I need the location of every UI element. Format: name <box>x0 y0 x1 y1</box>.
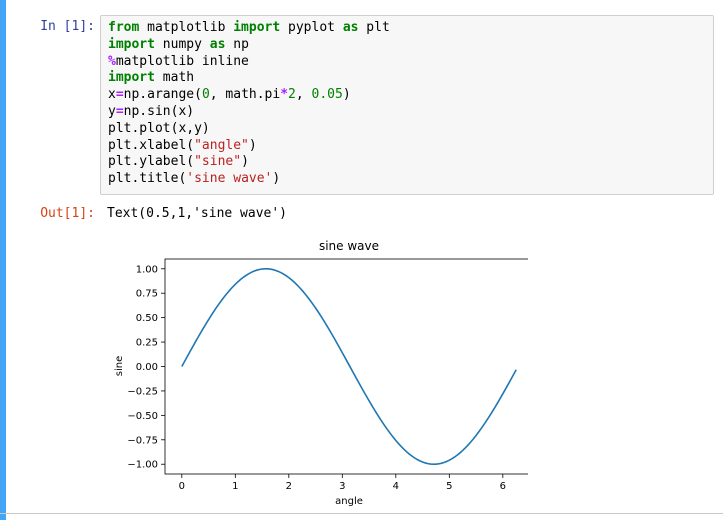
sine-wave-plot: sine wave angle sine 0 1 2 3 4 5 6 1.00 0.75 0.50… <box>114 239 528 507</box>
code-line: plt.ylabel("sine") <box>108 154 706 171</box>
code-token: matplotlib inline <box>115 53 249 69</box>
input-prompt: In [1]: <box>40 19 95 34</box>
x-tick-label: 5 <box>446 481 452 492</box>
output-text: Text(0.5,1,'sine wave') <box>107 206 288 221</box>
y-tick-label: −0.50 <box>127 411 158 422</box>
code-token: plt.title( <box>108 171 187 187</box>
code-token: import <box>108 36 155 52</box>
code-token: numpy <box>154 36 210 52</box>
code-token: ) <box>241 154 249 170</box>
code-token: plt.plot(x,y) <box>108 120 210 136</box>
cell-selection-bar <box>0 0 6 520</box>
code-token: from <box>108 20 140 35</box>
x-tick-label: 6 <box>500 481 506 492</box>
code-line: import numpy as np <box>108 37 706 54</box>
code-token: x <box>108 87 116 103</box>
y-tick-label: −1.00 <box>127 460 158 471</box>
code-line: import math <box>108 70 706 87</box>
code-token: 'sine wave' <box>186 171 273 187</box>
code-token: , math.pi <box>209 87 281 103</box>
code-token: pyplot <box>280 20 343 35</box>
y-axis-label: sine <box>114 356 125 376</box>
y-tick-label: −0.25 <box>127 386 158 397</box>
code-token: 2 <box>288 87 296 103</box>
code-token: = <box>115 87 124 103</box>
chart-title: sine wave <box>319 239 379 253</box>
x-axis-label: angle <box>335 496 363 507</box>
code-line: plt.xlabel("angle") <box>108 138 706 155</box>
y-tick-label: 0.75 <box>136 289 158 300</box>
code-line: x=np.arange(0, math.pi*2, 0.05) <box>108 87 706 104</box>
code-token: "angle" <box>194 137 249 153</box>
code-token: * <box>280 87 289 103</box>
x-tick-label: 0 <box>179 481 185 492</box>
code-token: 0 <box>201 87 210 103</box>
x-tick-label: 1 <box>232 481 238 492</box>
y-tick-label: 0.25 <box>136 338 158 349</box>
code-token: import <box>108 70 155 86</box>
code-line: %matplotlib inline <box>108 54 706 71</box>
code-token: % <box>108 53 116 69</box>
code-token: "sine" <box>194 154 242 170</box>
code-token: plt <box>358 20 390 35</box>
code-token: matplotlib <box>139 20 234 35</box>
code-editor[interactable]: from matplotlib import pyplot as plt impo… <box>100 15 714 195</box>
code-token: ) <box>248 137 257 153</box>
code-line: y=np.sin(x) <box>108 104 706 121</box>
output-prompt: Out[1]: <box>40 206 95 221</box>
code-line: plt.plot(x,y) <box>108 121 706 138</box>
code-token: y <box>108 103 116 119</box>
y-tick-label: 1.00 <box>136 264 158 275</box>
plot-frame <box>164 258 528 475</box>
y-tick-label: 0.50 <box>136 313 158 324</box>
code-line: plt.title('sine wave') <box>108 171 706 188</box>
code-token: plt.ylabel( <box>108 154 195 170</box>
code-token: as <box>209 36 226 52</box>
code-token: np <box>225 36 249 52</box>
x-tick-label: 2 <box>286 481 292 492</box>
code-token: np.arange( <box>123 87 202 103</box>
code-token: math <box>154 70 195 86</box>
y-tick-label: 0.00 <box>136 362 158 373</box>
code-token: plt.xlabel( <box>108 137 195 153</box>
code-token: , <box>295 87 312 103</box>
code-token: 0.05 <box>311 87 343 103</box>
y-tick-label: −0.75 <box>127 435 158 446</box>
code-token: = <box>115 103 124 119</box>
cell-divider <box>0 513 723 514</box>
code-line: from matplotlib import pyplot as plt <box>108 20 706 37</box>
code-token: import <box>233 20 281 35</box>
sine-series-line <box>181 267 517 466</box>
code-token: ) <box>342 87 351 103</box>
code-token: np.sin(x) <box>123 103 195 119</box>
x-tick-label: 3 <box>339 481 345 492</box>
code-token: ) <box>272 171 281 187</box>
code-token: as <box>342 20 359 35</box>
x-tick-label: 4 <box>393 481 399 492</box>
